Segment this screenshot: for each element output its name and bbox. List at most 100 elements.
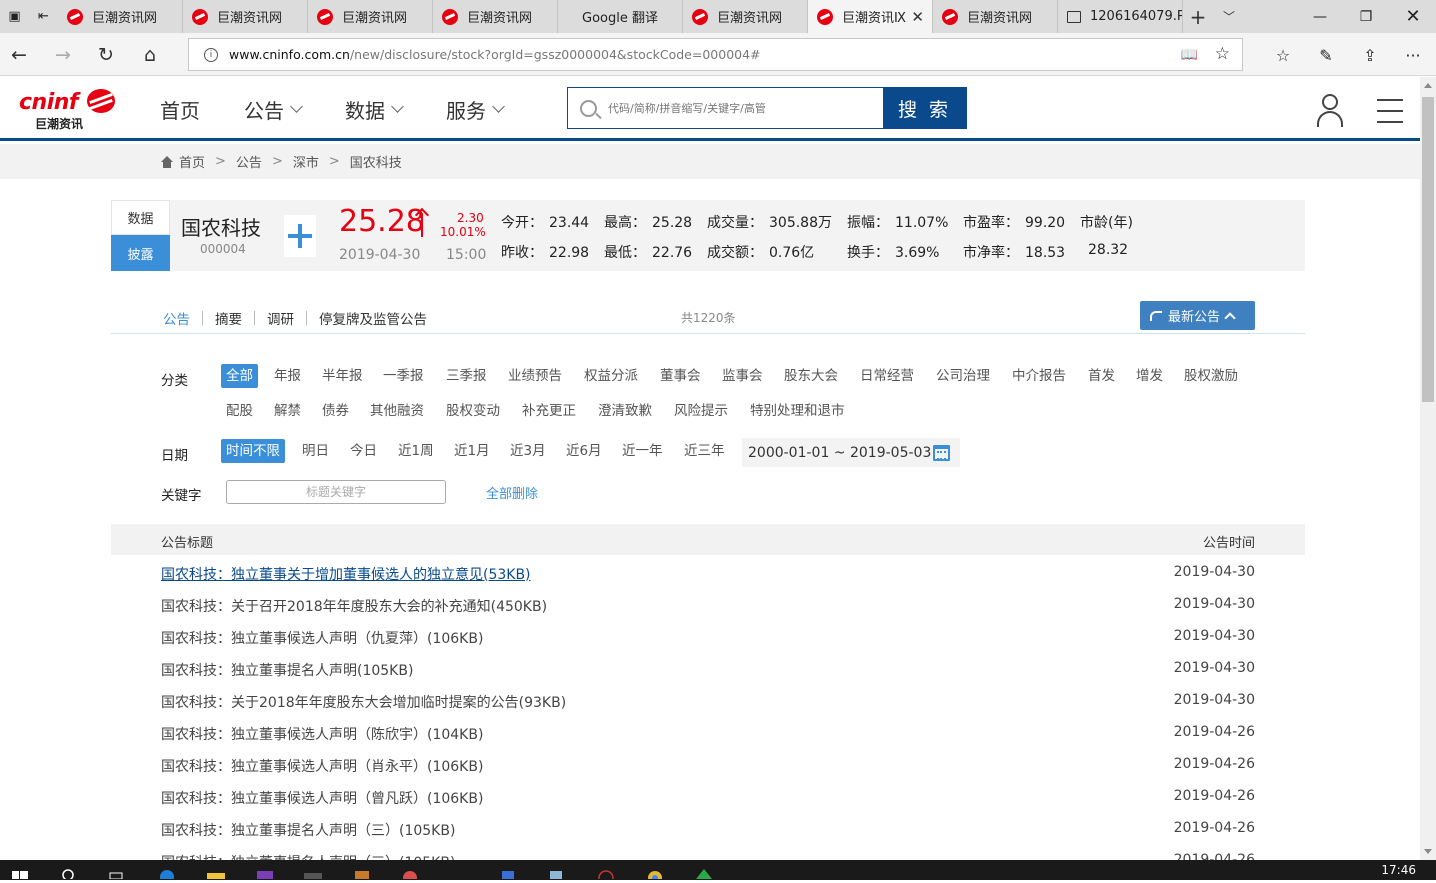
date-filter-chip[interactable]: 近一年: [622, 439, 663, 463]
category-chip[interactable]: 解禁: [274, 399, 301, 423]
side-tab-disclosure[interactable]: 披露: [111, 235, 170, 271]
nav-services[interactable]: 服务: [446, 95, 505, 124]
breadcrumb-announcements[interactable]: 公告: [236, 152, 262, 171]
web-note-pen-icon[interactable]: ✎: [1312, 42, 1340, 68]
search-input[interactable]: [608, 88, 883, 128]
subtab-summary[interactable]: 摘要: [203, 308, 254, 328]
home-button[interactable]: ⌂: [137, 42, 163, 68]
forward-button[interactable]: →: [50, 42, 76, 68]
category-chip[interactable]: 中介报告: [1012, 364, 1066, 388]
visual-studio-icon[interactable]: [255, 864, 275, 881]
announcement-title-link[interactable]: 国农科技：独立董事候选人声明（曾凡跃）(106KB): [161, 788, 483, 808]
keyword-input[interactable]: 标题关键字: [226, 480, 446, 504]
add-watchlist-button[interactable]: [284, 215, 316, 257]
close-tab-icon[interactable]: ✕: [911, 8, 924, 26]
site-info-icon[interactable]: i: [204, 47, 218, 62]
subtab-announcements[interactable]: 公告: [163, 308, 202, 328]
nav-home[interactable]: 首页: [160, 95, 200, 124]
favorite-star-icon[interactable]: ☆: [1215, 44, 1230, 64]
category-chip[interactable]: 其他融资: [370, 399, 424, 423]
browser-tab[interactable]: 巨潮资讯网: [433, 0, 558, 33]
search-icon[interactable]: [60, 864, 80, 881]
category-chip[interactable]: 补充更正: [522, 399, 576, 423]
announcement-title-link[interactable]: 国农科技：独立董事提名人声明（三）(105KB): [161, 852, 455, 860]
chrome-icon[interactable]: [645, 864, 665, 883]
category-chip[interactable]: 首发: [1088, 364, 1115, 388]
announcement-title-link[interactable]: 国农科技：独立董事候选人声明（陈欣宇）(104KB): [161, 724, 483, 744]
category-chip[interactable]: 增发: [1136, 364, 1163, 388]
breadcrumb-home[interactable]: 首页: [179, 152, 205, 171]
browser-tab[interactable]: 巨潮资讯网: [308, 0, 433, 33]
green-app-icon[interactable]: [694, 864, 714, 880]
delete-all-link[interactable]: 全部删除: [486, 483, 538, 502]
browser-tab[interactable]: 巨潮资讯网: [683, 0, 808, 33]
category-chip[interactable]: 特别处理和退市: [750, 399, 845, 423]
browser-tab[interactable]: 巨潮资讯网: [183, 0, 308, 33]
scroll-up-arrow-icon[interactable]: [1424, 83, 1432, 88]
browser-tab[interactable]: Google 翻译: [558, 0, 683, 33]
date-filter-chip[interactable]: 近1月: [454, 439, 490, 463]
subtab-suspension[interactable]: 停复牌及监管公告: [307, 308, 439, 328]
browser-tab[interactable]: 巨潮资讯Ⅸ ✕: [808, 0, 933, 33]
tab-preview-chevron-icon[interactable]: ﹀: [1213, 0, 1245, 33]
announcement-title-link[interactable]: 国农科技：独立董事候选人声明（肖永平）(106KB): [161, 756, 483, 776]
new-tab-button[interactable]: +: [1183, 0, 1213, 33]
category-chip[interactable]: 半年报: [322, 364, 363, 388]
browser-tab[interactable]: 巨潮资讯网: [58, 0, 183, 33]
category-chip[interactable]: 董事会: [660, 364, 701, 388]
category-chip[interactable]: 年报: [274, 364, 301, 388]
nav-data[interactable]: 数据: [345, 95, 404, 124]
windows-start-icon[interactable]: [12, 864, 32, 880]
category-chip[interactable]: 配股: [226, 399, 253, 423]
category-chip[interactable]: 股权激励: [1184, 364, 1238, 388]
browser-tab[interactable]: 巨潮资讯网: [933, 0, 1058, 33]
category-chip[interactable]: 三季报: [446, 364, 487, 388]
app-icon[interactable]: [400, 864, 420, 883]
favorites-list-icon[interactable]: ☆: [1269, 42, 1297, 68]
date-filter-chip[interactable]: 近1周: [398, 439, 434, 463]
terminal-icon[interactable]: [303, 864, 323, 881]
category-chip[interactable]: 业绩预告: [508, 364, 562, 388]
category-chip[interactable]: 股东大会: [784, 364, 838, 388]
task-view-icon[interactable]: [108, 864, 128, 880]
restore-button[interactable]: ❐: [1343, 0, 1389, 33]
announcement-title-link[interactable]: 国农科技：关于2018年年度股东大会增加临时提案的公告(93KB): [161, 692, 566, 712]
search-button[interactable]: 搜 索: [883, 88, 966, 128]
document-icon[interactable]: [498, 864, 518, 881]
tab-manager-icon[interactable]: ▣: [0, 0, 29, 33]
date-filter-chip[interactable]: 时间不限: [221, 439, 285, 463]
category-chip[interactable]: 监事会: [722, 364, 763, 388]
share-icon[interactable]: ⇪: [1356, 42, 1384, 68]
more-menu-icon[interactable]: ···: [1399, 42, 1427, 68]
notepad-icon[interactable]: [546, 864, 566, 881]
refresh-button[interactable]: ↻: [93, 42, 119, 68]
category-chip[interactable]: 权益分派: [584, 364, 638, 388]
side-tab-data[interactable]: 数据: [111, 200, 170, 235]
back-button[interactable]: ←: [6, 42, 32, 68]
category-chip[interactable]: 日常经营: [860, 364, 914, 388]
calendar-icon[interactable]: [933, 445, 950, 461]
close-window-button[interactable]: ✕: [1390, 0, 1436, 33]
reading-view-icon[interactable]: 📖: [1181, 47, 1198, 63]
date-filter-chip[interactable]: 近3月: [510, 439, 546, 463]
category-chip[interactable]: 债券: [322, 399, 349, 423]
cninfo-logo[interactable]: cninf 巨潮资讯: [19, 87, 119, 131]
set-aside-tabs-icon[interactable]: ⇤: [29, 0, 58, 33]
user-account-icon[interactable]: [1316, 94, 1344, 128]
category-chip[interactable]: 澄清致歉: [598, 399, 652, 423]
minimize-button[interactable]: —: [1297, 0, 1343, 33]
date-filter-chip[interactable]: 近6月: [566, 439, 602, 463]
date-filter-chip[interactable]: 近三年: [684, 439, 725, 463]
subtab-research[interactable]: 调研: [255, 308, 306, 328]
announcement-title-link[interactable]: 国农科技：独立董事关于增加董事候选人的独立意见(53KB): [161, 564, 531, 584]
hamburger-menu-icon[interactable]: [1377, 99, 1407, 123]
category-chip[interactable]: 一季报: [383, 364, 424, 388]
date-filter-chip[interactable]: 今日: [350, 439, 377, 463]
url-field[interactable]: i www.cninfo.com.cn/new/disclosure/stock…: [188, 38, 1243, 71]
date-filter-chip[interactable]: 明日: [302, 439, 329, 463]
category-chip[interactable]: 全部: [221, 364, 258, 388]
nav-announcements[interactable]: 公告: [244, 95, 303, 124]
announcement-title-link[interactable]: 国农科技：独立董事候选人声明（仇夏萍）(106KB): [161, 628, 483, 648]
scrollbar-thumb[interactable]: [1422, 97, 1434, 402]
edge-icon[interactable]: [158, 864, 178, 883]
